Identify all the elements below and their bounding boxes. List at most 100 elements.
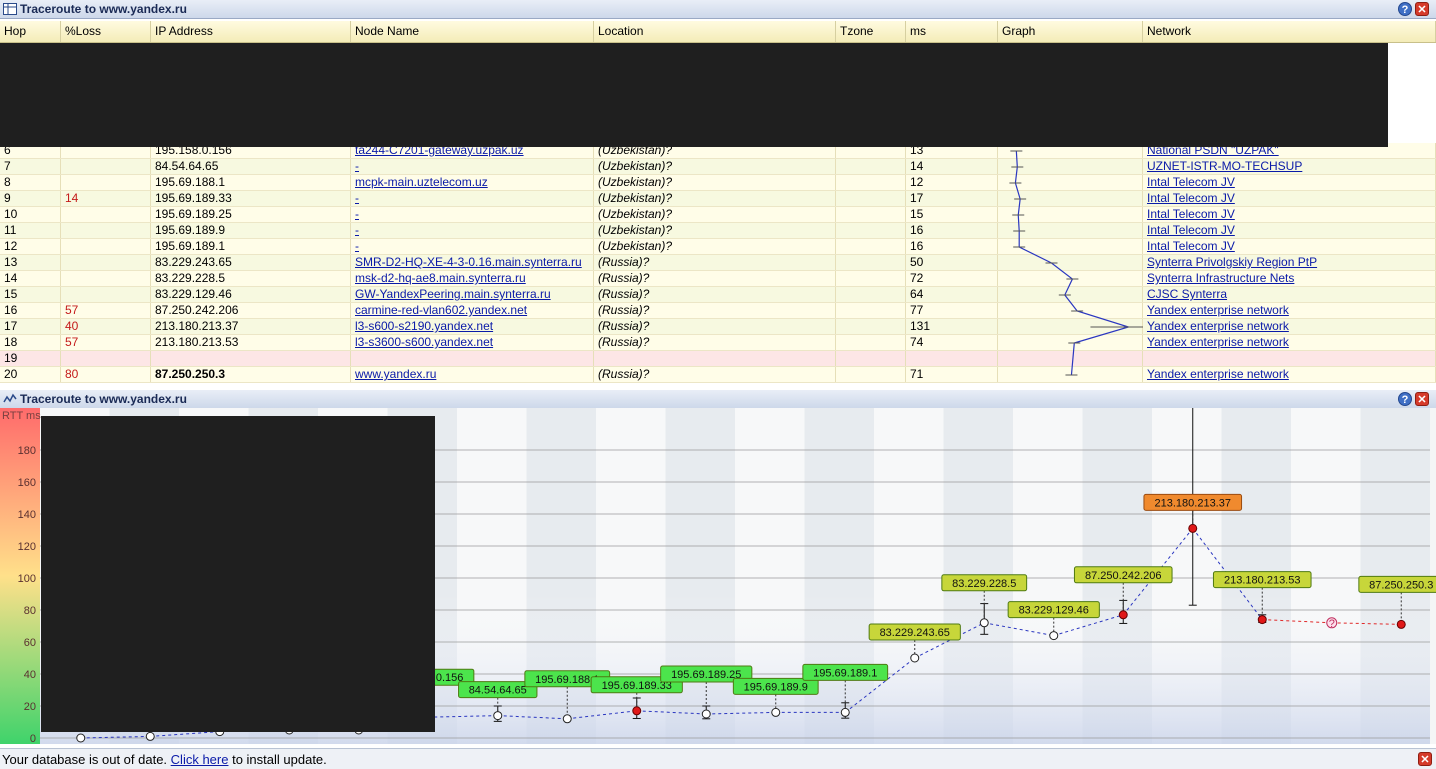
cell-net[interactable]: Yandex enterprise network xyxy=(1143,367,1436,382)
cell-name[interactable]: www.yandex.ru xyxy=(351,367,594,382)
data-point xyxy=(910,653,920,663)
cell-hop: 10 xyxy=(0,207,61,222)
cell-name[interactable]: - xyxy=(351,191,594,206)
help-icon[interactable]: ? xyxy=(1398,2,1412,16)
table-row[interactable]: 7 84.54.64.65- (Uzbekistan)? 14 UZNET-ISTR-M… xyxy=(0,159,1436,175)
cell-name[interactable]: l3-s600-s2190.yandex.net xyxy=(351,319,594,334)
chart-window-title: Traceroute to www.yandex.ru xyxy=(20,392,187,406)
help-icon[interactable]: ? xyxy=(1398,392,1412,406)
cell-loss xyxy=(61,159,151,174)
node-label: 213.180.213.53 xyxy=(1224,575,1300,587)
node-label: 195.69.189.25 xyxy=(671,669,741,681)
cell-net[interactable]: Intal Telecom JV xyxy=(1143,207,1436,222)
cell-name[interactable]: - xyxy=(351,159,594,174)
table-window-titlebar: Traceroute to www.yandex.ru ? ✕ xyxy=(0,0,1436,19)
data-point xyxy=(145,731,155,741)
cell-hop: 7 xyxy=(0,159,61,174)
table-row[interactable]: 16 57 87.250.242.206 carmine-red-vlan602.ya… xyxy=(0,303,1436,319)
table-row[interactable]: 18 57 213.180.213.53 l3-s3600-s600.yandex.n… xyxy=(0,335,1436,351)
cell-loss: 14 xyxy=(61,191,151,206)
cell-ip: 84.54.64.65 xyxy=(151,159,351,174)
column-header[interactable]: IP Address xyxy=(151,21,351,42)
cell-net[interactable]: Intal Telecom JV xyxy=(1143,175,1436,190)
cell-net[interactable]: Intal Telecom JV xyxy=(1143,223,1436,238)
cell-ip: 87.250.242.206 xyxy=(151,303,351,318)
cell-ms: 15 xyxy=(906,207,998,222)
hop-column-shade xyxy=(526,592,596,744)
table-row[interactable]: 19 xyxy=(0,351,1436,367)
cell-loss: 57 xyxy=(61,303,151,318)
data-point xyxy=(493,711,503,721)
table-row[interactable]: 14 83.229.228.5 msk-d2-hq-ae8.main.synterr… xyxy=(0,271,1436,287)
table-row[interactable]: 20 80 87.250.250.3 www.yandex.ru (Russia)? 71… xyxy=(0,367,1436,383)
cell-name[interactable]: - xyxy=(351,207,594,222)
cell-tz xyxy=(836,303,906,318)
data-point xyxy=(76,733,86,743)
cell-name[interactable]: l3-s3600-s600.yandex.net xyxy=(351,335,594,350)
cell-loc: (Russia)? xyxy=(594,287,836,302)
table-row[interactable]: 11 195.69.189.9- (Uzbekistan)? 16 Intal Tele… xyxy=(0,223,1436,239)
cell-tz xyxy=(836,255,906,270)
data-point xyxy=(701,709,711,719)
data-point xyxy=(1118,610,1128,620)
cell-hop: 19 xyxy=(0,351,61,366)
cell-net[interactable]: Intal Telecom JV xyxy=(1143,191,1436,206)
cell-net[interactable]: CJSC Synterra xyxy=(1143,287,1436,302)
cell-name[interactable]: carmine-red-vlan602.yandex.net xyxy=(351,303,594,318)
cell-name[interactable]: - xyxy=(351,239,594,254)
table-row[interactable]: 12 195.69.189.1- (Uzbekistan)? 16 Intal Tele… xyxy=(0,239,1436,255)
hop-table: Hop %Loss IP Address Node Name Location Tzone… xyxy=(0,21,1436,385)
table-row[interactable]: 13 83.229.243.65 SMR-D2-HQ-XE-4-3-0.16.mai… xyxy=(0,255,1436,271)
cell-net[interactable]: Intal Telecom JV xyxy=(1143,239,1436,254)
cell-name[interactable]: - xyxy=(351,223,594,238)
cell-name[interactable]: SMR-D2-HQ-XE-4-3-0.16.main.synterra.ru xyxy=(351,255,594,270)
cell-ms: 14 xyxy=(906,159,998,174)
y-tick-label: 120 xyxy=(18,541,36,553)
column-header[interactable]: Tzone xyxy=(836,21,906,42)
cell-tz xyxy=(836,159,906,174)
cell-ms: 50 xyxy=(906,255,998,270)
data-point xyxy=(771,707,781,717)
column-header[interactable]: Node Name xyxy=(351,21,594,42)
chart-window-titlebar: Traceroute to www.yandex.ru ? ✕ xyxy=(0,390,1436,409)
close-icon[interactable]: ✕ xyxy=(1418,752,1432,766)
data-point xyxy=(1049,631,1059,641)
column-header[interactable]: Hop xyxy=(0,21,61,42)
column-header[interactable]: %Loss xyxy=(61,21,151,42)
y-tick-label: 20 xyxy=(24,701,36,713)
update-link[interactable]: Click here xyxy=(171,752,229,767)
cell-net[interactable]: Yandex enterprise network xyxy=(1143,303,1436,318)
cell-ms: 131 xyxy=(906,319,998,334)
cell-net[interactable]: Synterra Infrastructure Nets xyxy=(1143,271,1436,286)
node-label: 213.180.213.37 xyxy=(1155,497,1231,509)
column-header[interactable]: Location xyxy=(594,21,836,42)
cell-loc: (Uzbekistan)? xyxy=(594,207,836,222)
cell-name[interactable]: mcpk-main.uztelecom.uz xyxy=(351,175,594,190)
column-header[interactable]: Network xyxy=(1143,21,1436,42)
cell-tz xyxy=(836,207,906,222)
cell-name[interactable]: msk-d2-hq-ae8.main.synterra.ru xyxy=(351,271,594,286)
y-axis-label: RTT ms xyxy=(2,410,41,422)
cell-loc: (Uzbekistan)? xyxy=(594,191,836,206)
table-row[interactable]: 15 83.229.129.46 GW-YandexPeering.main.syn… xyxy=(0,287,1436,303)
cell-tz xyxy=(836,191,906,206)
cell-net[interactable]: UZNET-ISTR-MO-TECHSUP xyxy=(1143,159,1436,174)
cell-name[interactable]: GW-YandexPeering.main.synterra.ru xyxy=(351,287,594,302)
table-row[interactable]: 9 14 195.69.189.33- (Uzbekistan)? 17 Intal Te… xyxy=(0,191,1436,207)
y-tick-label: 160 xyxy=(18,477,36,489)
table-row[interactable]: 8 195.69.188.1 mcpk-main.uztelecom.uz (Uzbe… xyxy=(0,175,1436,191)
column-header[interactable]: ms xyxy=(906,21,998,42)
table-row[interactable]: 17 40 213.180.213.37 l3-s600-s2190.yandex.n… xyxy=(0,319,1436,335)
table-row[interactable]: 10 195.69.189.25- (Uzbekistan)? 15 Intal Tel… xyxy=(0,207,1436,223)
close-icon[interactable]: ✕ xyxy=(1415,2,1429,16)
cell-ip: 195.69.189.1 xyxy=(151,239,351,254)
cell-tz xyxy=(836,223,906,238)
cell-name xyxy=(351,351,594,366)
cell-tz xyxy=(836,367,906,382)
cell-net[interactable]: Synterra Privolgskiy Region PtP xyxy=(1143,255,1436,270)
cell-net[interactable]: Yandex enterprise network xyxy=(1143,319,1436,334)
cell-tz xyxy=(836,319,906,334)
cell-net[interactable]: Yandex enterprise network xyxy=(1143,335,1436,350)
cell-ip: 83.229.228.5 xyxy=(151,271,351,286)
close-icon[interactable]: ✕ xyxy=(1415,392,1429,406)
